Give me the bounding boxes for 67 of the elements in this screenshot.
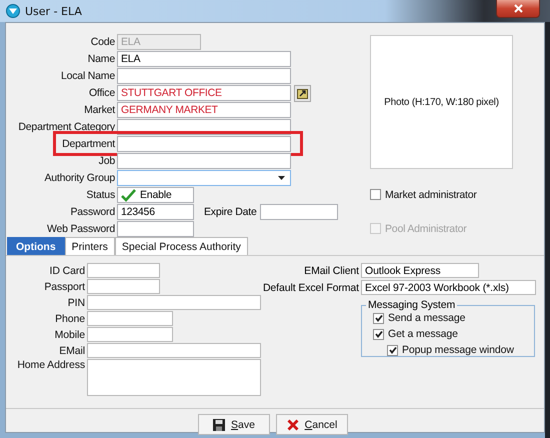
checkbox[interactable] [373, 312, 384, 324]
input-field[interactable] [87, 263, 160, 278]
input-field[interactable]: 123456 [117, 204, 194, 220]
field-label: Office [88, 87, 116, 99]
input-field[interactable]: Outlook Express [361, 263, 479, 278]
caret-icon [278, 176, 285, 180]
field-label: Code [90, 36, 116, 48]
field-label: Market [83, 104, 116, 116]
tab[interactable]: Special Process Authority [114, 237, 248, 255]
tab[interactable]: Options [7, 237, 65, 255]
field-label: Department [61, 138, 116, 150]
save-button[interactable]: Save [198, 414, 270, 435]
tab[interactable]: Printers [64, 237, 115, 255]
field-label: PIN [66, 296, 86, 308]
checkbox-label: Get a message [388, 328, 458, 340]
field-label: Local Name [60, 70, 116, 82]
field-label: Web Password [46, 223, 116, 235]
photo-caption: Photo (H:170, W:180 pixel) [384, 96, 499, 108]
checkbox-label: Market administrator [385, 188, 477, 200]
field-label: Expire Date [204, 206, 257, 218]
field-label: Department Category [17, 121, 116, 133]
input-field[interactable]: GERMANY MARKET [117, 102, 291, 118]
field-label: Phone [54, 312, 86, 324]
checkbox[interactable] [387, 344, 398, 356]
field-label: Job [98, 155, 116, 167]
field-label: Status [85, 189, 116, 201]
input-field[interactable] [87, 311, 173, 326]
input-field[interactable]: Enable [117, 187, 194, 203]
field-label: Authority Group [43, 172, 116, 184]
field-label: Passport [43, 280, 86, 292]
cross-icon [286, 418, 299, 430]
field-label: Default Excel Format [262, 282, 360, 294]
field-label: Mobile [54, 328, 86, 340]
check-icon [121, 188, 136, 202]
input-field[interactable] [87, 295, 261, 310]
close-icon [514, 4, 522, 13]
input-field[interactable] [117, 136, 291, 152]
text-area[interactable] [87, 359, 261, 396]
input-field[interactable] [87, 343, 261, 358]
input-field[interactable] [117, 153, 291, 169]
field-label: EMail Client [303, 264, 360, 276]
checkbox-label: Send a message [388, 312, 466, 324]
input-field[interactable] [87, 279, 160, 294]
checkbox[interactable] [373, 328, 384, 340]
photo-frame[interactable]: Photo (H:170, W:180 pixel) [370, 35, 513, 169]
close-button[interactable] [496, 0, 540, 18]
input-field[interactable] [117, 221, 194, 237]
group-title: Messaging System [367, 299, 456, 311]
field-label: EMail [58, 344, 86, 356]
checkbox-label: Popup message window [402, 344, 514, 356]
field-label: ID Card [48, 264, 86, 276]
field-label: Password [69, 206, 116, 218]
input-field[interactable]: Excel 97-2003 Workbook (*.xls) [361, 280, 536, 295]
input-field[interactable]: STUTTGART OFFICE [117, 85, 291, 101]
field-label: Name [86, 53, 116, 65]
window-title: User - ELA [25, 4, 83, 18]
dropdown[interactable] [117, 170, 291, 186]
cancel-button[interactable]: Cancel [276, 414, 348, 435]
input-field[interactable] [87, 327, 173, 342]
input-field[interactable]: ELA [117, 51, 291, 67]
input-field[interactable] [117, 68, 291, 84]
checkbox[interactable] [370, 189, 381, 200]
lookup-button[interactable] [294, 84, 311, 102]
input-field[interactable] [260, 204, 338, 220]
app-icon [6, 4, 20, 18]
field-label: Home Address [16, 359, 86, 371]
checkbox-label: Pool Administrator [385, 222, 467, 234]
